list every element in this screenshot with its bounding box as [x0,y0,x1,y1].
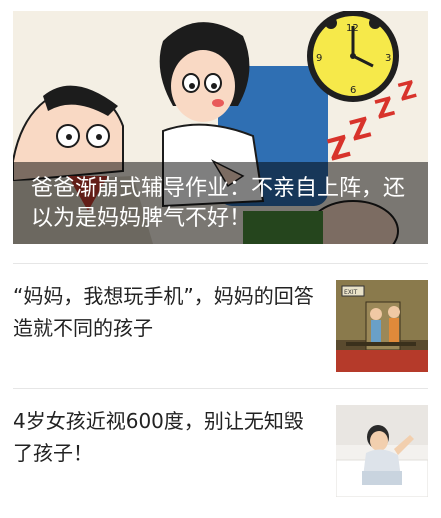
hero-caption-overlay: 爸爸渐崩式辅导作业：不亲自上阵，还以为是妈妈脾气不好！ [13,162,428,244]
list-item[interactable]: 4岁女孩近视600度，别让无知毁了孩子！ [13,405,428,497]
list-item[interactable]: “妈妈，我想玩手机”，妈妈的回答造就不同的孩子 EXIT [13,280,428,372]
divider [13,388,428,389]
hero-article-card[interactable]: Z Z Z Z 12 3 6 9 爸爸渐崩式辅导作业：不亲自上阵，还以为是妈妈脾… [13,11,428,244]
divider [13,263,428,264]
article-thumbnail[interactable] [336,405,428,497]
svg-text:9: 9 [316,53,322,64]
child-bed-image [336,405,428,497]
clock-icon: 12 3 6 9 [307,11,399,102]
svg-text:3: 3 [385,53,391,64]
article-thumbnail[interactable]: EXIT [336,280,428,372]
svg-text:6: 6 [350,85,356,96]
svg-text:EXIT: EXIT [344,289,358,296]
article-title[interactable]: 4岁女孩近视600度，别让无知毁了孩子！ [13,405,318,469]
hero-title[interactable]: 爸爸渐崩式辅导作业：不亲自上阵，还以为是妈妈脾气不好！ [31,174,416,234]
children-room-image: EXIT [336,280,428,372]
svg-text:12: 12 [346,23,359,34]
article-title[interactable]: “妈妈，我想玩手机”，妈妈的回答造就不同的孩子 [13,280,318,344]
